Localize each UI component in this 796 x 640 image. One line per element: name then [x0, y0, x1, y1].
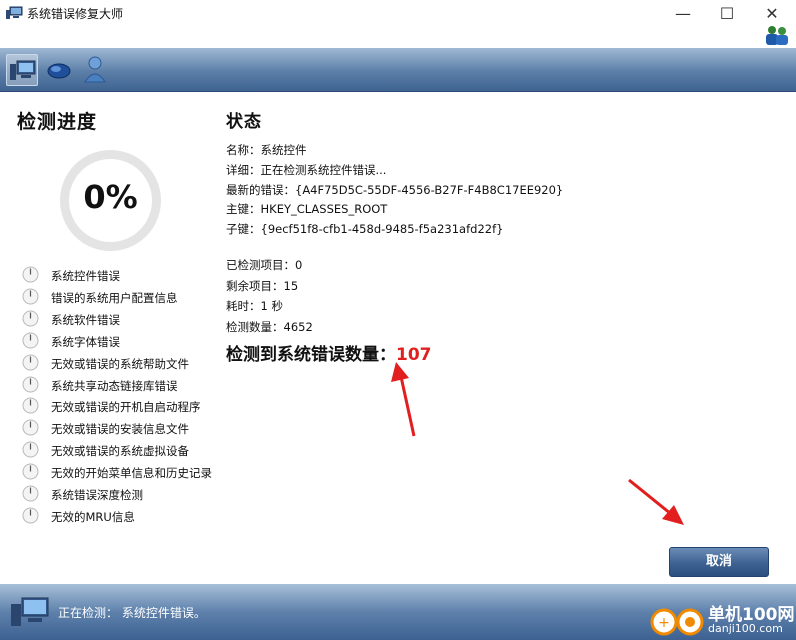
check-item: 系统字体错误 — [22, 332, 232, 350]
toolbar-scan-button[interactable] — [6, 54, 38, 86]
pending-status-icon — [22, 376, 39, 392]
app-computer-icon — [6, 6, 23, 19]
pending-status-icon — [22, 419, 39, 436]
cancel-button[interactable]: 取消 — [669, 547, 769, 577]
check-item: 系统错误深度检测 — [22, 485, 232, 503]
errors-found-count: 107 — [396, 345, 432, 365]
status-checked-items: 已检测项目：0 — [226, 258, 303, 272]
check-item: 系统软件错误 — [22, 310, 232, 328]
check-item-label: 系统共享动态链接库错误 — [51, 378, 178, 393]
pending-status-icon — [22, 332, 39, 349]
status-bar-text: 正在检测： 系统控件错误。 — [58, 606, 206, 620]
pending-status-icon — [22, 397, 39, 414]
progress-title: 检测进度 — [17, 111, 98, 133]
check-item: 系统共享动态链接库错误 — [22, 376, 232, 394]
pending-status-icon — [22, 485, 39, 502]
pending-status-icon — [22, 310, 39, 327]
check-item-label: 系统字体错误 — [51, 334, 120, 349]
toolbar — [0, 48, 796, 92]
watermark: + 单机100网 danji100.com — [650, 598, 796, 640]
pending-status-icon — [22, 507, 39, 524]
user-icon — [84, 56, 106, 83]
status-title: 状态 — [226, 112, 262, 132]
check-item: 系统控件错误 — [22, 266, 232, 284]
watermark-logo-icon: + — [650, 608, 704, 636]
title-bar: 系统错误修复大师 — ☐ ✕ — [0, 0, 796, 28]
arrow-to-cancel-button — [628, 478, 684, 525]
errors-found-label: 检测到系统错误数量： — [226, 345, 396, 365]
check-item-label: 错误的系统用户配置信息 — [51, 290, 178, 305]
check-item-label: 系统控件错误 — [51, 269, 120, 283]
progress-percent: 0% — [83, 178, 138, 216]
check-item: 错误的系统用户配置信息 — [22, 288, 232, 306]
toolbar-mouse-button[interactable] — [44, 54, 76, 86]
status-detail: 详细：正在检测系统控件错误... — [226, 163, 387, 177]
pending-status-icon — [22, 288, 39, 305]
errors-found: 检测到系统错误数量：107 — [226, 340, 432, 365]
check-item-label: 无效或错误的安装信息文件 — [51, 422, 189, 437]
pending-status-icon — [22, 463, 39, 480]
maximize-button[interactable]: ☐ — [712, 3, 742, 25]
check-item-label: 系统错误深度检测 — [51, 488, 143, 502]
mouse-icon — [47, 63, 71, 79]
status-main-key: 主键：HKEY_CLASSES_ROOT — [226, 202, 388, 216]
watermark-url: danji100.com — [708, 622, 783, 635]
pending-status-icon — [22, 354, 39, 371]
users-icon[interactable] — [763, 23, 791, 47]
toolbar-user-button[interactable] — [80, 54, 112, 86]
check-item: 无效或错误的开机自启动程序 — [22, 397, 232, 415]
svg-text:+: + — [658, 615, 670, 631]
computer-icon — [10, 60, 36, 80]
status-check-count: 检测数量：4652 — [226, 320, 313, 334]
status-latest-error: 最新的错误：{A4F75D5C-55DF-4556-B27F-F4B8C17EE… — [226, 183, 564, 197]
status-sub-key: 子键：{9ecf51f8-cfb1-458d-9485-f5a231afd22f… — [226, 222, 504, 236]
check-item: 无效的MRU信息 — [22, 507, 232, 525]
check-item: 无效或错误的安装信息文件 — [22, 419, 232, 437]
check-item: 无效的开始菜单信息和历史记录 — [22, 463, 232, 481]
check-item-label: 无效或错误的开机自启动程序 — [51, 400, 201, 415]
check-item-label: 无效的开始菜单信息和历史记录 — [51, 466, 212, 481]
check-item: 无效或错误的系统帮助文件 — [22, 354, 232, 372]
arrow-to-error-count — [391, 362, 416, 437]
check-item-label: 系统软件错误 — [51, 312, 120, 327]
check-item-label: 无效或错误的系统帮助文件 — [51, 356, 189, 371]
close-button[interactable]: ✕ — [757, 3, 787, 25]
check-item: 无效或错误的系统虚拟设备 — [22, 441, 232, 459]
check-item-label: 无效的MRU信息 — [51, 509, 135, 524]
pending-status-icon — [22, 266, 39, 283]
check-item-label: 无效或错误的系统虚拟设备 — [51, 444, 189, 459]
status-remaining-items: 剩余项目：15 — [226, 279, 299, 293]
minimize-button[interactable]: — — [668, 3, 698, 25]
pending-status-icon — [22, 441, 39, 458]
status-elapsed: 耗时：1 秒 — [226, 299, 283, 313]
computer-icon — [11, 597, 49, 626]
status-name: 名称：系统控件 — [226, 143, 307, 157]
window-title: 系统错误修复大师 — [27, 7, 124, 21]
